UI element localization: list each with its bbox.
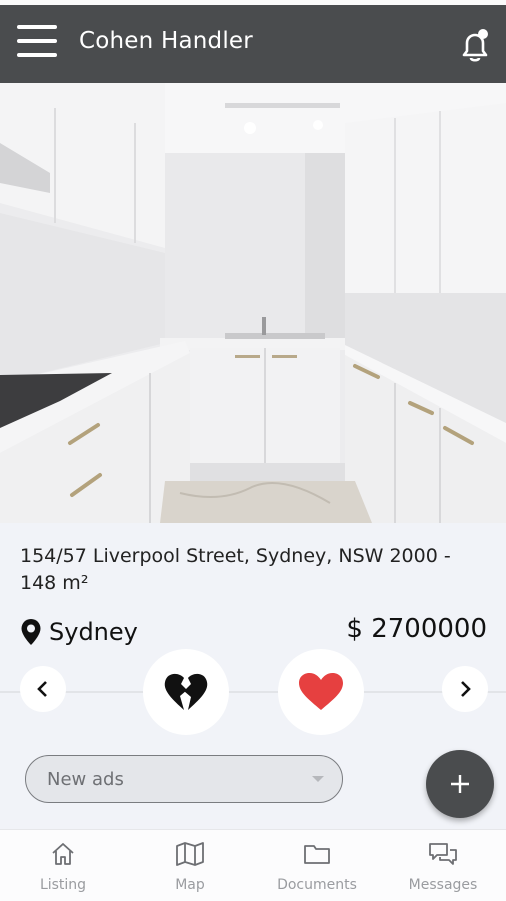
tab-label: Messages: [408, 877, 478, 893]
tab-map[interactable]: Map: [127, 830, 253, 901]
map-icon: [176, 842, 204, 866]
tab-messages[interactable]: Messages: [380, 830, 506, 901]
like-button[interactable]: [278, 649, 364, 735]
add-button[interactable]: [426, 750, 494, 818]
plus-icon: [451, 775, 469, 793]
folder-icon: [304, 845, 330, 864]
heart-icon: [299, 673, 343, 710]
chevron-right-icon: [461, 681, 471, 697]
broken-heart-icon: [164, 673, 208, 710]
dislike-button[interactable]: [143, 649, 229, 735]
filter-dropdown[interactable]: New ads: [25, 755, 343, 803]
property-photo[interactable]: [0, 83, 506, 523]
listing-address: 154/57 Liverpool Street, Sydney, NSW 200…: [20, 545, 451, 594]
messages-icon: [429, 843, 457, 865]
tab-documents[interactable]: Documents: [254, 830, 380, 901]
next-button[interactable]: [442, 666, 488, 712]
menu-button[interactable]: [17, 25, 59, 59]
bottom-navigation: Listing Map Documents Messages: [0, 829, 506, 901]
tab-label: Map: [175, 877, 205, 893]
tab-listing[interactable]: Listing: [0, 830, 126, 901]
page-title: Cohen Handler: [79, 28, 253, 54]
app-header: Cohen Handler: [0, 5, 506, 83]
home-icon: [52, 843, 74, 865]
listing-location: Sydney: [20, 615, 138, 649]
tab-label: Documents: [277, 877, 357, 893]
tab-label: Listing: [39, 877, 87, 893]
dropdown-caret-icon: [312, 776, 324, 782]
filter-selected-value: New ads: [47, 769, 124, 790]
chevron-left-icon: [37, 681, 47, 697]
location-pin-icon: [21, 619, 41, 645]
previous-button[interactable]: [20, 666, 66, 712]
divider: [0, 691, 506, 693]
listing-price: $ 2700000: [346, 614, 487, 644]
notification-bell-icon[interactable]: [458, 27, 492, 65]
listing-city: Sydney: [49, 618, 138, 646]
